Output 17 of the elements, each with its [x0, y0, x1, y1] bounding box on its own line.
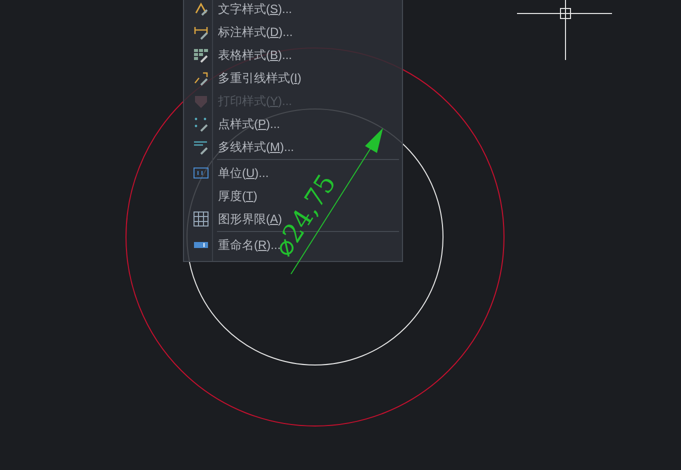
menu-item[interactable]: 厚度(T) [218, 186, 258, 204]
menu-item[interactable]: 多线样式(M)... [218, 138, 294, 156]
text-style-icon [193, 0, 209, 16]
point-style-icon [193, 116, 209, 132]
units-icon [193, 164, 209, 180]
menu-item[interactable]: 点样式(P)... [218, 114, 280, 132]
multileader-style-icon [193, 70, 209, 86]
grid-limits-icon [193, 210, 209, 226]
menu-item[interactable]: 重命名(R)... [218, 236, 281, 254]
menu-item[interactable]: 标注样式(D)... [218, 22, 293, 40]
menu-item[interactable]: 文字样式(S)... [218, 0, 292, 18]
menu-item[interactable]: 多重引线样式(I) [218, 68, 302, 86]
menu-item[interactable]: 图形界限(A) [218, 210, 282, 228]
menu-item[interactable]: 表格样式(B)... [218, 46, 292, 64]
menu-item[interactable]: 单位(U)... [218, 164, 269, 182]
table-style-icon [193, 46, 209, 62]
multiline-style-icon [193, 138, 209, 154]
